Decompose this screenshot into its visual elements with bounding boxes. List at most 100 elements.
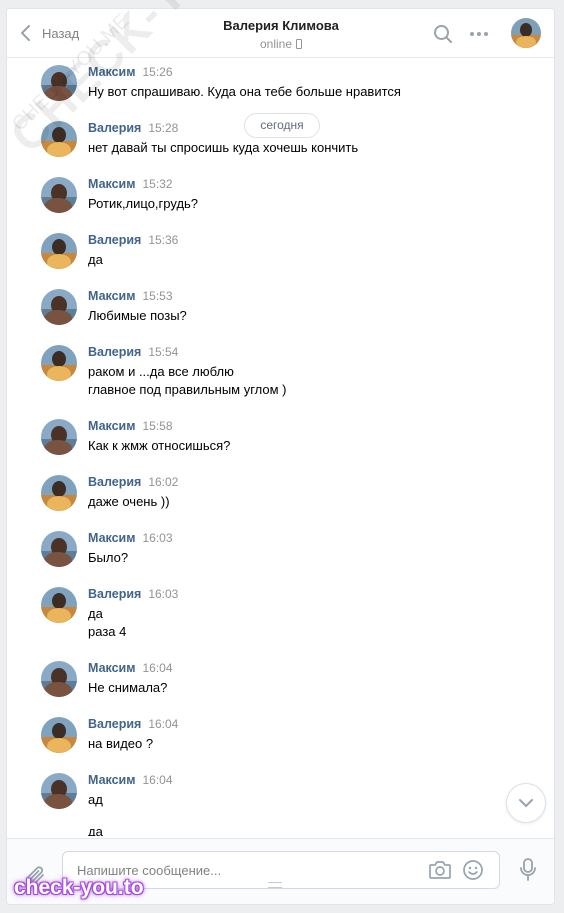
message-text: нет давай ты спросишь куда хочешь кончит… — [88, 140, 359, 155]
message-time[interactable]: 16:04 — [148, 717, 178, 731]
message-avatar[interactable] — [41, 661, 77, 697]
peer-name[interactable]: Валерия Климова — [157, 18, 405, 34]
message-avatar[interactable] — [41, 419, 77, 455]
message-text: да — [88, 606, 103, 621]
chevron-left-icon — [21, 25, 30, 41]
message-meta: Валерия 15:54 — [88, 344, 178, 360]
message-item[interactable]: Максим 15:53 Любимые позы? — [41, 289, 521, 349]
peer-avatar[interactable] — [511, 18, 541, 48]
message-author[interactable]: Максим — [88, 177, 136, 191]
chevron-down-icon — [519, 799, 533, 807]
message-time[interactable]: 15:58 — [143, 419, 173, 433]
microphone-icon[interactable] — [518, 857, 538, 883]
message-text: Ну вот спрашиваю. Куда она тебе больше н… — [88, 84, 401, 99]
message-meta: Максим 15:53 — [88, 288, 173, 304]
message-time[interactable]: 16:04 — [143, 661, 173, 675]
message-text: раза 4 — [88, 624, 127, 639]
message-meta: Максим 15:26 — [88, 64, 173, 80]
message-item[interactable]: Валерия 15:54 раком и ...да все люблю главн… — [41, 345, 521, 405]
message-meta: Максим 16:04 — [88, 772, 173, 788]
watermark-brand: check-you.to — [14, 876, 144, 899]
message-meta: Максим 16:04 — [88, 660, 173, 676]
date-divider: сегодня — [244, 113, 320, 138]
message-meta: Валерия 15:28 — [88, 120, 178, 136]
message-author[interactable]: Максим — [88, 773, 136, 787]
chat-window: Назад Валерия Климова online сегодня Мак… — [6, 8, 555, 905]
message-time[interactable]: 15:26 — [143, 65, 173, 79]
message-time[interactable]: 15:28 — [148, 121, 178, 135]
message-author[interactable]: Максим — [88, 419, 136, 433]
message-meta: Валерия 15:36 — [88, 232, 178, 248]
message-author[interactable]: Максим — [88, 661, 136, 675]
message-text: Не снимала? — [88, 680, 168, 695]
message-item[interactable]: Максим 16:04 Не снимала? — [41, 661, 521, 721]
message-time[interactable]: 16:02 — [148, 475, 178, 489]
message-text: даже очень )) — [88, 494, 170, 509]
message-item[interactable]: Максим 15:58 Как к жмж относишься? — [41, 419, 521, 479]
message-item[interactable]: Максим 15:32 Ротик,лицо,грудь? — [41, 177, 521, 237]
message-avatar[interactable] — [41, 345, 77, 381]
message-avatar[interactable] — [41, 233, 77, 269]
message-text: раком и ...да все люблю — [88, 364, 234, 379]
message-avatar[interactable] — [41, 475, 77, 511]
message-text: Было? — [88, 550, 129, 565]
message-item[interactable]: Валерия 16:04 на видео ? — [41, 717, 521, 777]
message-item[interactable]: Максим 16:03 Было? — [41, 531, 521, 591]
message-meta: Валерия 16:03 — [88, 586, 178, 602]
message-time[interactable]: 15:54 — [148, 345, 178, 359]
message-author[interactable]: Валерия — [88, 121, 141, 135]
message-meta: Валерия 16:04 — [88, 716, 178, 732]
message-author[interactable]: Валерия — [88, 475, 141, 489]
peer-status-text: online — [259, 37, 293, 51]
message-author[interactable]: Валерия — [88, 233, 141, 247]
message-avatar[interactable] — [41, 773, 77, 809]
message-text: да — [88, 252, 103, 267]
message-author[interactable]: Максим — [88, 65, 136, 79]
message-time[interactable]: 15:53 — [143, 289, 173, 303]
search-icon[interactable] — [432, 23, 454, 45]
message-avatar[interactable] — [41, 177, 77, 213]
message-author[interactable]: Валерия — [88, 587, 141, 601]
message-meta: Валерия 16:02 — [88, 474, 178, 490]
chat-header: Назад Валерия Климова online — [7, 9, 554, 58]
peer-info[interactable]: Валерия Климова online — [157, 18, 405, 52]
message-time[interactable]: 16:04 — [143, 773, 173, 787]
message-avatar[interactable] — [41, 65, 77, 101]
message-meta: Максим 15:58 — [88, 418, 173, 434]
more-dots-icon[interactable] — [468, 23, 490, 45]
message-avatar[interactable] — [41, 717, 77, 753]
resize-handle[interactable] — [268, 882, 282, 888]
message-item[interactable]: Максим 16:04 ад да — [41, 772, 521, 836]
message-text: Как к жмж относишься? — [88, 438, 231, 453]
peer-status: online — [259, 36, 303, 52]
message-meta: Максим 15:32 — [88, 176, 173, 192]
message-author[interactable]: Валерия — [88, 717, 141, 731]
message-avatar[interactable] — [41, 289, 77, 325]
message-item[interactable]: Валерия 15:36 да — [41, 233, 521, 293]
message-author[interactable]: Валерия — [88, 345, 141, 359]
message-time[interactable]: 15:36 — [148, 233, 178, 247]
message-author[interactable]: Максим — [88, 531, 136, 545]
scroll-down-button[interactable] — [506, 783, 546, 823]
message-item[interactable]: Валерия 16:02 даже очень )) — [41, 475, 521, 535]
message-avatar[interactable] — [41, 587, 77, 623]
message-item[interactable]: Валерия 16:03 да раза 4 — [41, 587, 521, 647]
back-button[interactable]: Назад — [19, 23, 79, 43]
camera-icon[interactable] — [428, 859, 452, 881]
mobile-phone-icon — [296, 39, 303, 49]
message-text: да — [88, 824, 103, 836]
back-label: Назад — [42, 25, 80, 41]
message-text: главное под правильным углом ) — [88, 382, 287, 397]
message-meta: Максим 16:03 — [88, 530, 173, 546]
message-time[interactable]: 16:03 — [148, 587, 178, 601]
message-time[interactable]: 15:32 — [143, 177, 173, 191]
message-text: Любимые позы? — [88, 308, 187, 323]
message-history[interactable]: сегодня Максим 15:26 Ну вот спрашиваю. Куд… — [7, 58, 554, 836]
message-time[interactable]: 16:03 — [143, 531, 173, 545]
message-avatar[interactable] — [41, 121, 77, 157]
message-author[interactable]: Максим — [88, 289, 136, 303]
message-text: Ротик,лицо,грудь? — [88, 196, 199, 211]
message-text: ад — [88, 792, 103, 807]
message-avatar[interactable] — [41, 531, 77, 567]
smile-icon[interactable] — [462, 859, 484, 881]
